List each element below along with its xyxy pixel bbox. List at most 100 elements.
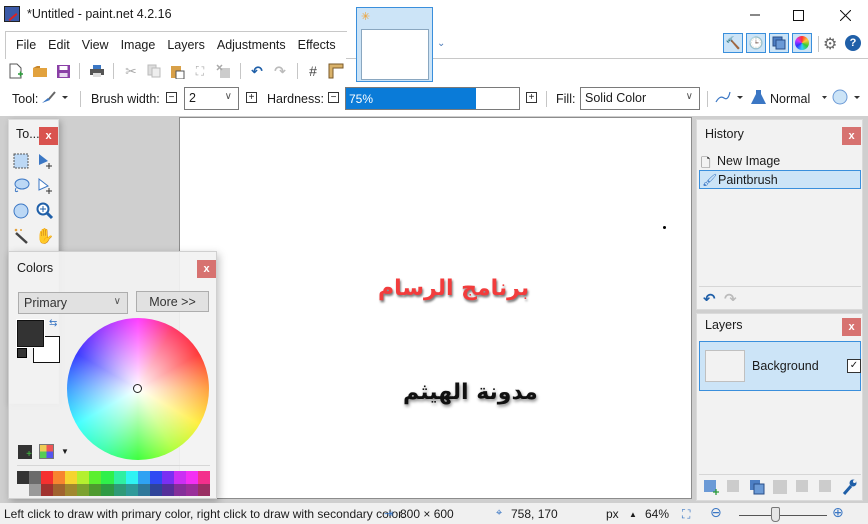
swap-colors-icon[interactable]: ⇆ — [49, 318, 57, 329]
brush-width-decrease[interactable]: − — [166, 92, 177, 103]
palette-swatch[interactable] — [113, 471, 126, 484]
menu-file[interactable]: File — [10, 32, 42, 59]
image-list-chevron-icon[interactable]: ⌄ — [437, 38, 445, 49]
open-button[interactable] — [31, 62, 49, 80]
menu-view[interactable]: View — [76, 32, 115, 59]
more-colors-button[interactable]: More >> — [136, 291, 209, 312]
blend-mode-value[interactable]: Normal — [770, 92, 810, 106]
palette-swatch[interactable] — [29, 471, 42, 484]
help-icon[interactable]: ? — [845, 35, 861, 51]
palette-swatch[interactable] — [197, 471, 210, 484]
print-button[interactable] — [88, 62, 106, 80]
menu-image[interactable]: Image — [115, 32, 162, 59]
palette-swatch[interactable] — [149, 483, 162, 496]
layers-panel-close-button[interactable]: x — [842, 318, 861, 336]
save-button[interactable] — [54, 62, 72, 80]
menu-edit[interactable]: Edit — [42, 32, 76, 59]
move-layer-down-icon[interactable] — [818, 479, 834, 495]
brush-width-increase[interactable]: + — [246, 92, 257, 103]
tools-panel-close-button[interactable]: x — [39, 127, 58, 145]
zoom-slider-thumb[interactable] — [771, 507, 780, 522]
palette-swatch[interactable] — [17, 484, 29, 497]
antialiasing-selector[interactable] — [714, 89, 746, 108]
duplicate-layer-icon[interactable] — [749, 479, 765, 495]
color-wheel-knob[interactable] — [133, 384, 142, 393]
image-tab-untitled[interactable]: ✳ — [356, 7, 433, 82]
zoom-tool[interactable] — [35, 201, 55, 221]
palette-swatch[interactable] — [29, 483, 42, 496]
close-window-button[interactable] — [822, 0, 868, 30]
units-selector[interactable]: px — [606, 507, 619, 521]
lasso-select-tool[interactable] — [11, 176, 31, 196]
palette-swatch[interactable] — [65, 471, 78, 484]
palette-swatch[interactable] — [41, 471, 54, 484]
copy-button[interactable] — [145, 62, 163, 80]
pan-tool[interactable]: ✋ — [35, 226, 55, 246]
palette-icon[interactable] — [39, 444, 54, 459]
palette-swatch[interactable] — [77, 483, 90, 496]
primary-color-swatch[interactable] — [16, 319, 45, 348]
history-redo-icon[interactable]: ↷ — [724, 290, 737, 308]
ellipse-select-tool[interactable] — [11, 201, 31, 221]
menu-effects[interactable]: Effects — [292, 32, 342, 59]
palette-swatch[interactable] — [65, 483, 78, 496]
palette-swatch[interactable] — [161, 471, 174, 484]
palette-swatch[interactable] — [53, 471, 66, 484]
palette-swatch[interactable] — [53, 483, 66, 496]
deselect-button[interactable] — [214, 62, 232, 80]
canvas[interactable] — [179, 117, 692, 499]
minimize-button[interactable] — [732, 0, 778, 30]
hardness-slider[interactable]: 75% — [345, 87, 520, 110]
crop-button[interactable]: ⛶ — [191, 62, 209, 80]
palette-swatch[interactable] — [113, 483, 126, 496]
color-mode-select[interactable]: Primary ∨ — [18, 292, 128, 314]
toggle-layers-button[interactable] — [769, 33, 789, 53]
palette-swatch[interactable] — [101, 483, 114, 496]
palette-swatch[interactable] — [41, 483, 54, 496]
palette-swatch[interactable] — [77, 471, 90, 484]
toggle-colors-button[interactable] — [792, 33, 812, 53]
zoom-in-icon[interactable]: ⊕ — [832, 504, 844, 521]
layer-visibility-checkbox[interactable]: ✓ — [847, 359, 861, 373]
selection-mode-selector[interactable] — [820, 89, 862, 108]
palette-swatch[interactable] — [89, 483, 102, 496]
rectangle-select-tool[interactable] — [11, 151, 31, 171]
blend-mode-selector[interactable] — [750, 89, 768, 108]
palette-swatch[interactable] — [197, 483, 210, 496]
grid-toggle[interactable]: # — [304, 62, 322, 80]
toggle-history-button[interactable]: 🕒 — [746, 33, 766, 53]
ruler-toggle[interactable] — [327, 62, 345, 80]
magic-wand-tool[interactable] — [11, 226, 31, 246]
layer-row-background[interactable]: Background ✓ — [699, 341, 861, 391]
palette-swatch[interactable] — [101, 471, 114, 484]
zoom-to-window-icon[interactable]: ⛶ — [682, 507, 690, 522]
move-layer-up-icon[interactable] — [795, 479, 811, 495]
gear-icon[interactable]: ⚙ — [823, 34, 837, 54]
tool-selector[interactable] — [40, 89, 70, 108]
palette-swatch[interactable] — [149, 471, 162, 484]
history-undo-icon[interactable]: ↶ — [703, 290, 716, 308]
zoom-level[interactable]: 64% — [645, 507, 669, 521]
palette-swatch[interactable] — [173, 471, 186, 484]
hardness-decrease[interactable]: − — [328, 92, 339, 103]
maximize-button[interactable] — [775, 0, 821, 30]
cut-button[interactable]: ✂ — [122, 62, 140, 80]
palette-swatch[interactable] — [161, 483, 174, 496]
merge-layer-down-icon[interactable] — [772, 479, 788, 495]
colors-panel-close-button[interactable]: x — [197, 260, 216, 278]
palette-menu-chevron-icon[interactable]: ▼ — [61, 447, 69, 456]
move-selection-tool[interactable] — [35, 151, 55, 171]
paste-button[interactable] — [168, 62, 186, 80]
add-to-palette-icon[interactable]: + — [18, 445, 32, 460]
palette-swatch[interactable] — [125, 471, 138, 484]
palette-swatch[interactable] — [89, 471, 102, 484]
palette-swatch[interactable] — [137, 471, 150, 484]
new-image-button[interactable] — [7, 62, 25, 80]
add-layer-icon[interactable] — [703, 479, 719, 495]
units-chevron-icon[interactable]: ▲ — [629, 510, 637, 519]
reset-colors-icon[interactable] — [17, 348, 27, 358]
palette-swatch[interactable] — [125, 483, 138, 496]
menu-layers[interactable]: Layers — [161, 32, 211, 59]
menu-adjustments[interactable]: Adjustments — [211, 32, 292, 59]
history-panel-close-button[interactable]: x — [842, 127, 861, 145]
